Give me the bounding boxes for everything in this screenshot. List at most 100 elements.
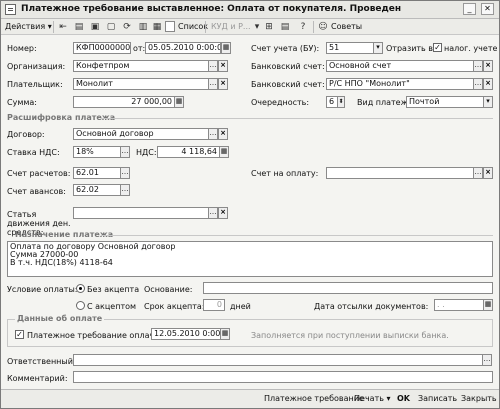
advance-account-field[interactable]: 62.02 (73, 184, 121, 196)
chevron-down-icon[interactable]: ▾ (483, 96, 493, 108)
calendar-icon[interactable]: ▦ (483, 299, 493, 311)
vat-rate-field[interactable]: 18% (73, 146, 121, 158)
document-icon (5, 4, 16, 15)
acceptance-term-label: Срок акцепта: (144, 302, 205, 311)
select-icon[interactable]: … (208, 78, 218, 90)
advice-icon[interactable]: ☺ (317, 21, 329, 33)
purpose-textarea[interactable]: Оплата по договору Основной договор Сумм… (7, 241, 493, 277)
select-icon[interactable]: … (120, 167, 130, 179)
bank-account-label: Банковский счет: (251, 80, 325, 89)
advice-button[interactable]: Советы (331, 20, 362, 34)
clear-icon[interactable]: × (483, 60, 493, 72)
copy-icon[interactable]: ▤ (73, 21, 85, 33)
table-icon[interactable]: ▦ (151, 21, 163, 33)
post-icon[interactable]: ▣ (89, 21, 101, 33)
invoice-field[interactable] (326, 167, 474, 179)
advance-account-label: Счет авансов: (7, 187, 66, 196)
select-icon[interactable]: … (482, 354, 492, 366)
sum-field[interactable]: 27 000,00 (73, 96, 175, 108)
calendar-icon[interactable]: ▦ (221, 42, 231, 54)
with-acceptance-radio[interactable] (76, 301, 85, 310)
payment-data-section-title: Данные об оплате (15, 314, 105, 323)
account-field[interactable]: 51 (326, 42, 374, 54)
add-icon[interactable]: ⇤ (57, 21, 69, 33)
select-icon[interactable]: … (120, 146, 130, 158)
kud-button[interactable]: КУД и Р... (211, 20, 251, 34)
calculator-icon[interactable]: ▦ (219, 146, 229, 158)
responsible-field[interactable] (73, 354, 483, 366)
refresh-icon[interactable]: ⟳ (121, 21, 133, 33)
without-acceptance-radio[interactable] (76, 284, 85, 293)
select-icon[interactable]: … (208, 128, 218, 140)
list-icon[interactable] (165, 21, 175, 32)
list-button[interactable]: Список (178, 20, 208, 34)
clear-icon[interactable]: × (218, 78, 228, 90)
documents-date-field[interactable]: . . (434, 299, 484, 311)
spinner-icon[interactable]: ⬍ (337, 96, 345, 108)
reports-icon[interactable]: ▾ (251, 21, 263, 33)
vat-field[interactable]: 4 118,64 (157, 146, 220, 158)
print-button[interactable]: Печать ▾ (354, 394, 391, 403)
select-icon[interactable]: … (473, 167, 483, 179)
details-section-title: Расшифровка платежа (7, 113, 116, 122)
actions-menu[interactable]: Действия ▾ (5, 20, 52, 34)
select-icon[interactable]: … (208, 60, 218, 72)
clear-icon[interactable]: × (218, 60, 228, 72)
bottom-button-bar: Платежное требование Печать ▾ OK Записат… (1, 389, 499, 408)
select-icon[interactable]: … (473, 78, 483, 90)
number-label: Номер: (7, 44, 37, 53)
cashflow-field[interactable] (73, 207, 209, 219)
movements-icon[interactable]: ▥ (137, 21, 149, 33)
sum-label: Сумма: (7, 98, 37, 107)
help-icon[interactable]: ? (297, 21, 309, 33)
chevron-down-icon[interactable]: ▾ (373, 42, 383, 54)
payer-label: Плательщик: (7, 80, 63, 89)
toolbar: Действия ▾ ⇤ ▤ ▣ ▢ ⟳ ▥ ▦ Список КУД и Р.… (1, 19, 499, 35)
calendar-icon[interactable]: ▦ (220, 328, 230, 340)
minimize-button[interactable]: _ (463, 3, 476, 15)
clear-icon[interactable]: × (218, 207, 228, 219)
comment-label: Комментарий: (7, 374, 68, 383)
clear-icon[interactable]: × (483, 78, 493, 90)
contract-field[interactable]: Основной договор (73, 128, 209, 140)
comment-field[interactable] (73, 371, 493, 383)
select-icon[interactable]: … (208, 207, 218, 219)
number-field[interactable]: КФП00000002 (73, 42, 131, 54)
paid-hint: Заполняется при поступлении выписки банк… (251, 331, 449, 340)
structure-icon[interactable]: ⊞ (263, 21, 275, 33)
payment-type-field[interactable]: Почтой (406, 96, 484, 108)
vat-label: НДС: (136, 148, 157, 157)
clear-icon[interactable]: × (218, 128, 228, 140)
payer-bank-account-field[interactable]: Р/С НПО "Монолит" (326, 78, 474, 90)
payer-field[interactable]: Монолит (73, 78, 209, 90)
select-icon[interactable]: … (473, 60, 483, 72)
bank-account-label: Банковский счет: (251, 62, 325, 71)
paid-date-field[interactable]: 12.05.2010 0:00:00 (151, 328, 221, 340)
org-field[interactable]: Конфетпром (73, 60, 209, 72)
basis-label: Основание: (144, 285, 193, 294)
unpost-icon[interactable]: ▢ (105, 21, 117, 33)
ok-button[interactable]: OK (397, 394, 410, 403)
close-button[interactable]: ✕ (481, 3, 494, 15)
basis-field[interactable] (203, 282, 493, 294)
select-icon[interactable]: … (120, 184, 130, 196)
tax-accounting-label: налог. учете (444, 44, 498, 53)
with-acceptance-label: С акцептом (87, 302, 137, 311)
document-window: Платежное требование выставленное: Оплат… (0, 0, 500, 409)
tax-accounting-checkbox[interactable]: ✓ (433, 43, 442, 52)
settlement-account-field[interactable]: 62.01 (73, 167, 121, 179)
clear-icon[interactable]: × (483, 167, 493, 179)
save-button[interactable]: Записать (418, 394, 457, 403)
calculator-icon[interactable]: ▦ (174, 96, 184, 108)
acceptance-term-field[interactable]: 0 (203, 299, 225, 311)
org-label: Организация: (7, 62, 66, 71)
date-field[interactable]: 05.05.2010 0:00:00 (145, 42, 221, 54)
payment-request-button[interactable]: Платежное требование (264, 394, 364, 403)
org-bank-account-field[interactable]: Основной счет (326, 60, 474, 72)
paid-checkbox[interactable]: ✓ (15, 330, 24, 339)
queue-label: Очередность: (251, 98, 310, 107)
dt-kt-icon[interactable]: ▤ (279, 21, 291, 33)
close-form-button[interactable]: Закрыть (461, 394, 497, 403)
vat-rate-label: Ставка НДС: (7, 148, 60, 157)
paid-label: Платежное требование оплачено (27, 331, 170, 340)
